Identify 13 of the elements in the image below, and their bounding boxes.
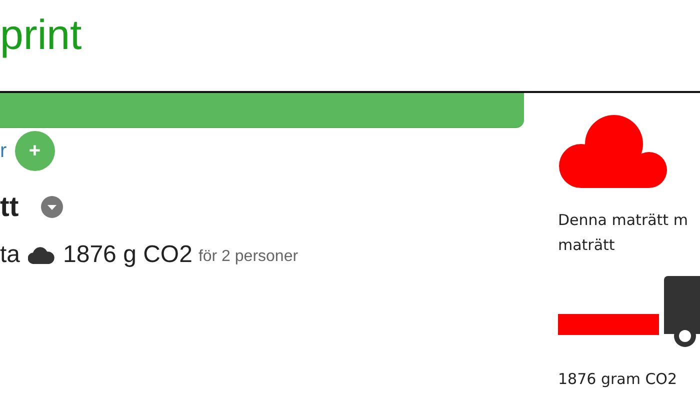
link[interactable]: r (0, 140, 7, 162)
co2-amount: 1876 g CO2 (63, 241, 192, 269)
cloud-icon (28, 246, 56, 264)
add-button[interactable]: + (14, 131, 55, 171)
dropdown-caret-icon[interactable] (40, 196, 63, 218)
dish-title: tt (0, 191, 19, 223)
co2-total: 1876 gram CO2 (558, 370, 678, 388)
cloud-icon (558, 113, 670, 188)
serving-info: för 2 personer (198, 248, 298, 266)
description-text: maträtt (558, 235, 615, 256)
site-title: print (0, 10, 82, 60)
description-text: Denna maträtt m (558, 210, 688, 231)
footprint-label: ta (0, 241, 20, 269)
